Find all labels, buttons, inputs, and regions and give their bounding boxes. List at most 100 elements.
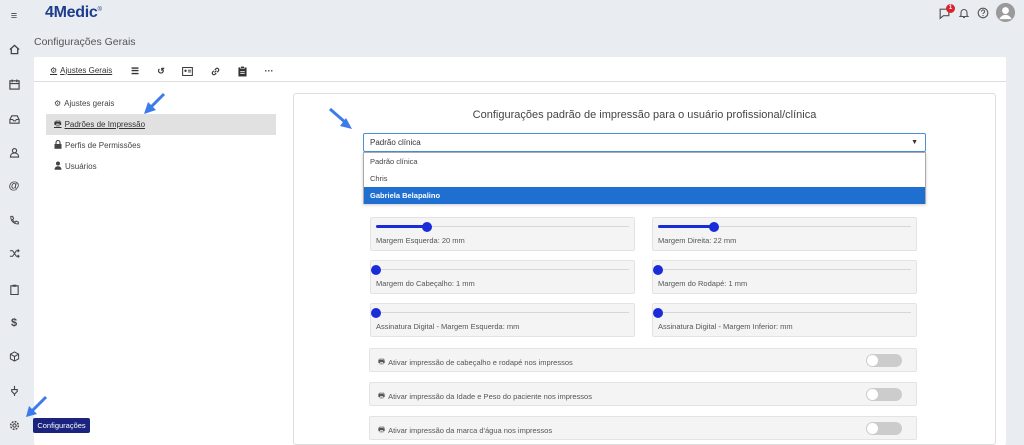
nav-item-label: Perfis de Permissões: [65, 141, 141, 150]
clipboard-icon[interactable]: [7, 282, 21, 296]
select-value: Padrão clínica: [370, 138, 421, 147]
slider-field: Margem do Cabeçalho: 1 mm: [370, 260, 635, 294]
link-icon[interactable]: [209, 65, 221, 77]
print-settings-panel: Configurações padrão de impressão para o…: [293, 93, 996, 445]
bell-icon[interactable]: [958, 7, 972, 21]
toggle-switch[interactable]: [866, 388, 902, 401]
slider-label: Assinatura Digital - Margem Esquerda: mm: [376, 322, 520, 331]
slider-label: Margem Direita: 22 mm: [658, 236, 737, 245]
toggle-switch[interactable]: [866, 354, 902, 367]
slider-field: Margem do Rodapé: 1 mm: [652, 260, 917, 294]
plug-icon[interactable]: [7, 383, 21, 397]
help-icon[interactable]: [977, 7, 991, 21]
arrow-pointer-icon: [329, 107, 352, 129]
ordered-list-icon[interactable]: ☰: [129, 65, 141, 77]
lock-icon: [54, 139, 62, 151]
logo: 4Medic®: [45, 4, 102, 22]
toolbar-divider: [34, 81, 1006, 82]
nav-item-usuarios[interactable]: Usuários: [46, 156, 276, 177]
slider-label: Margem Esquerda: 20 mm: [376, 236, 465, 245]
nav-item-perfis-permissoes[interactable]: Perfis de Permissões: [46, 135, 276, 156]
printer-icon: 🖶: [378, 425, 386, 434]
slider-track[interactable]: [376, 312, 629, 313]
printer-icon: 🖶: [54, 118, 62, 128]
slider-fill: [376, 225, 427, 228]
main-card: ⚙ Ajustes Gerais ☰ ↺ ··· ⚙ Ajustes gerais…: [34, 57, 1006, 445]
nav-item-label: Padrões de Impressão: [64, 120, 146, 129]
slider-thumb[interactable]: [371, 265, 381, 275]
slider-field: Assinatura Digital - Margem Esquerda: mm: [370, 303, 635, 337]
slider-thumb[interactable]: [422, 222, 432, 232]
dollar-icon[interactable]: $: [7, 316, 21, 330]
toggle-label: 🖶 Ativar impressão da marca d'água nos im…: [378, 424, 552, 437]
slider-fill: [658, 225, 714, 228]
brand-mark: ®: [97, 7, 102, 13]
gear-icon[interactable]: [7, 418, 21, 432]
toggle-text: Ativar impressão de cabeçalho e rodapé n…: [388, 358, 573, 367]
toggle-row: 🖶 Ativar impressão de cabeçalho e rodapé …: [369, 348, 917, 372]
toggle-label: 🖶 Ativar impressão de cabeçalho e rodapé …: [378, 356, 573, 369]
toggle-text: Ativar impressão da marca d'água nos imp…: [388, 426, 553, 435]
toggle-row: 🖶 Ativar impressão da Idade e Peso do pac…: [369, 382, 917, 406]
history-icon[interactable]: ↺: [155, 65, 167, 77]
ajustes-gerais-label: Ajustes Gerais: [60, 66, 113, 75]
slider-label: Assinatura Digital - Margem Inferior: mm: [658, 322, 793, 331]
slider-track[interactable]: [658, 312, 911, 313]
toggle-knob: [867, 423, 878, 434]
arrow-pointer-icon: [26, 395, 48, 417]
id-card-icon[interactable]: [181, 65, 193, 77]
arrow-pointer-icon: [144, 92, 166, 114]
slider-thumb[interactable]: [709, 222, 719, 232]
slider-field: Margem Esquerda: 20 mm: [370, 217, 635, 251]
avatar[interactable]: [996, 3, 1015, 22]
toggle-knob: [867, 355, 878, 366]
notification-badge: 1: [946, 4, 955, 13]
sidebar: ≡ @ $: [0, 0, 28, 445]
phone-icon[interactable]: [7, 213, 21, 227]
toggle-text: Ativar impressão da Idade e Peso do paci…: [388, 392, 592, 401]
slider-label: Margem do Cabeçalho: 1 mm: [376, 279, 475, 288]
calendar-icon[interactable]: [7, 77, 21, 91]
gears-icon: ⚙: [54, 99, 62, 108]
menu-icon[interactable]: ≡: [7, 9, 21, 23]
toggle-row: 🖶 Ativar impressão da marca d'água nos im…: [369, 416, 917, 440]
slider-thumb[interactable]: [653, 265, 663, 275]
dropdown-option[interactable]: Chris: [364, 170, 925, 187]
nav-item-label: Ajustes gerais: [64, 99, 115, 108]
slider-track[interactable]: [658, 269, 911, 270]
ajustes-gerais-link[interactable]: ⚙ Ajustes Gerais: [50, 66, 112, 75]
gears-icon: ⚙: [50, 66, 58, 75]
dropdown-option-highlighted[interactable]: Gabriela Belapalino: [364, 187, 925, 204]
toggle-knob: [867, 389, 878, 400]
slider-track[interactable]: [376, 269, 629, 270]
profile-select[interactable]: Padrão clínica ▼: [363, 133, 926, 152]
toggle-switch[interactable]: [866, 422, 902, 435]
shuffle-icon[interactable]: [7, 246, 21, 260]
toggle-label: 🖶 Ativar impressão da Idade e Peso do pac…: [378, 390, 592, 403]
panel-title: Configurações padrão de impressão para o…: [472, 109, 817, 121]
caret-down-icon: ▼: [911, 139, 918, 146]
dropdown-option[interactable]: Padrão clínica: [364, 153, 925, 170]
package-icon[interactable]: [7, 349, 21, 363]
profile-dropdown: Padrão clínica Chris Gabriela Belapalino: [363, 152, 926, 204]
slider-label: Margem do Rodapé: 1 mm: [658, 279, 748, 288]
more-icon[interactable]: ···: [263, 65, 275, 77]
topbar: 4Medic®: [28, 0, 1024, 30]
user-icon: [54, 161, 62, 172]
slider-field: Assinatura Digital - Margem Inferior: mm: [652, 303, 917, 337]
brand-name: 4Medic: [45, 4, 98, 21]
document-icon[interactable]: [236, 65, 248, 77]
at-icon[interactable]: @: [7, 179, 21, 193]
home-icon[interactable]: [7, 42, 21, 56]
inbox-icon[interactable]: [7, 112, 21, 126]
slider-thumb[interactable]: [371, 308, 381, 318]
slider-thumb[interactable]: [653, 308, 663, 318]
printer-icon: 🖶: [378, 391, 386, 400]
tooltip: Configurações: [33, 418, 90, 433]
nav-item-label: Usuários: [65, 162, 97, 171]
printer-icon: 🖶: [378, 357, 386, 366]
user-icon[interactable]: [7, 145, 21, 159]
page-title: Configurações Gerais: [34, 36, 136, 48]
nav-item-padroes-impressao[interactable]: 🖶 Padrões de Impressão: [46, 114, 276, 135]
slider-field: Margem Direita: 22 mm: [652, 217, 917, 251]
